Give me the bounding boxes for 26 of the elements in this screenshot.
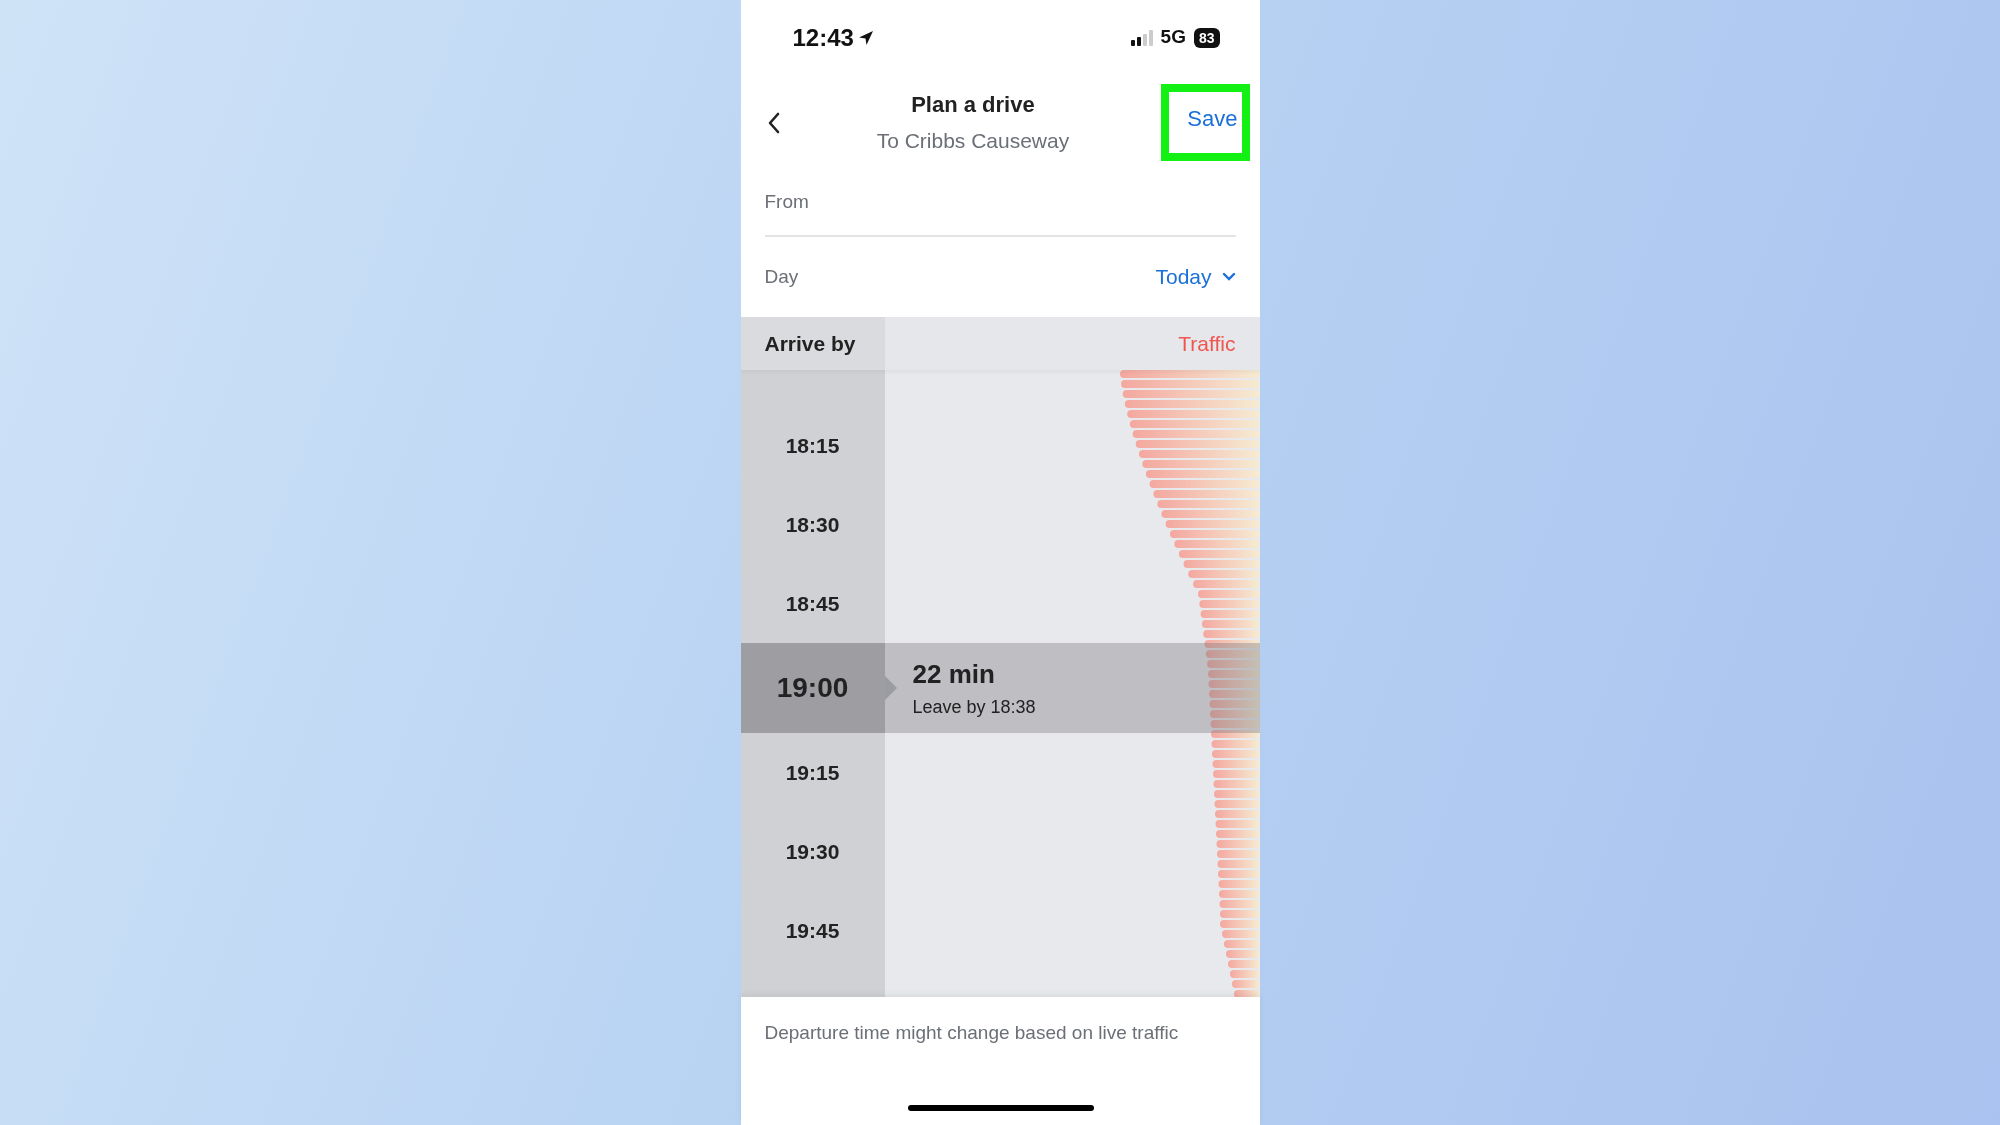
- save-button[interactable]: Save: [1161, 84, 1250, 161]
- screen-title: Plan a drive: [910, 91, 1036, 120]
- network-label: 5G: [1160, 25, 1186, 50]
- column-header: Arrive by: [764, 330, 856, 357]
- pointer-icon: [884, 676, 897, 700]
- footer-note: Departure time might change based on live traffic: [764, 1021, 1180, 1045]
- time-label[interactable]: 18:30: [740, 508, 885, 541]
- battery-level: 83: [1193, 27, 1220, 48]
- location-arrow-icon: [857, 29, 874, 46]
- leave-time: Leave by 18:38: [912, 696, 1036, 719]
- status-time: 12:43: [792, 22, 854, 53]
- chevron-down-icon[interactable]: [1221, 272, 1236, 282]
- trip-duration: 22 min: [912, 658, 996, 691]
- time-label[interactable]: 19:30: [740, 835, 885, 868]
- selected-time-row[interactable]: 19:00 22 min Leave by 18:38: [740, 643, 1260, 733]
- traffic-label: Traffic: [1178, 330, 1236, 357]
- time-label[interactable]: 19:45: [740, 914, 885, 947]
- day-dropdown[interactable]: Today: [1155, 261, 1236, 293]
- signal-icon: [1130, 29, 1153, 46]
- field-label: Day: [764, 264, 799, 289]
- time-label[interactable]: 19:15: [740, 756, 885, 789]
- screen-subtitle: To Cribbs Causeway: [875, 128, 1071, 155]
- back-chevron-icon[interactable]: [766, 112, 781, 135]
- time-label[interactable]: 18:45: [740, 587, 885, 620]
- time-label[interactable]: 18:15: [740, 429, 885, 462]
- field-label: From: [764, 190, 809, 215]
